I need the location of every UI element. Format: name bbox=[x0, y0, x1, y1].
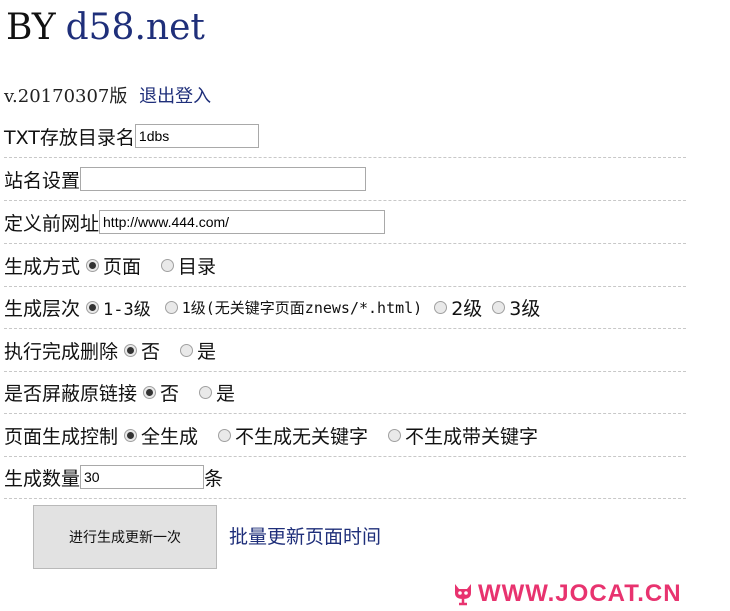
gen-level-label: 生成层次 bbox=[4, 297, 81, 320]
gen-mode-label: 生成方式 bbox=[4, 255, 81, 278]
gen-level-option[interactable]: 2级 bbox=[428, 294, 482, 321]
gen-level-option[interactable]: 1-3级 bbox=[80, 295, 151, 320]
custom-url-input[interactable] bbox=[99, 210, 386, 234]
txt-dir-input[interactable] bbox=[134, 124, 259, 148]
radio-icon[interactable] bbox=[180, 343, 194, 357]
radio-icon[interactable] bbox=[86, 300, 100, 314]
radio-icon[interactable] bbox=[492, 300, 506, 314]
radio-icon[interactable] bbox=[388, 428, 402, 442]
radio-icon[interactable] bbox=[124, 428, 138, 442]
block-links-label: 是否屏蔽原链接 bbox=[4, 382, 138, 405]
row-custom-url: 定义前网址 bbox=[4, 201, 686, 244]
site-name-input[interactable] bbox=[80, 167, 367, 191]
page-control-option[interactable]: 不生成无关键字 bbox=[212, 422, 368, 449]
block-links-option[interactable]: 否 bbox=[137, 379, 179, 406]
row-site-name: 站名设置 bbox=[4, 158, 686, 201]
title-prefix: BY bbox=[6, 7, 56, 48]
gen-level-option[interactable]: 3级 bbox=[486, 294, 540, 321]
delete-after-option[interactable]: 是 bbox=[174, 337, 216, 364]
logout-link[interactable]: 退出登入 bbox=[139, 86, 211, 107]
gen-count-input[interactable] bbox=[80, 465, 205, 489]
row-delete-after: 执行完成删除 否 是 bbox=[4, 329, 686, 372]
radio-icon[interactable] bbox=[124, 343, 138, 357]
page-control-option[interactable]: 全生成 bbox=[118, 422, 198, 449]
version-bar: v.20170307版 退出登入 bbox=[4, 84, 211, 110]
watermark-text: WWW.JOCAT.CN bbox=[478, 580, 682, 607]
row-txt-dir: TXT存放目录名 bbox=[4, 115, 686, 158]
page-title: BY d58.net bbox=[6, 6, 205, 50]
gen-mode-option[interactable]: 目录 bbox=[155, 252, 216, 279]
row-block-links: 是否屏蔽原链接 否 是 bbox=[4, 371, 686, 414]
watermark-logo: WWW.JOCAT.CN bbox=[452, 580, 682, 608]
site-name-label: 站名设置 bbox=[4, 169, 81, 192]
delete-after-label: 执行完成删除 bbox=[4, 340, 119, 363]
radio-icon[interactable] bbox=[164, 300, 178, 314]
gen-count-label: 生成数量 bbox=[4, 467, 81, 490]
page-control-label: 页面生成控制 bbox=[4, 425, 119, 448]
txt-dir-label: TXT存放目录名 bbox=[4, 126, 135, 149]
generate-button[interactable]: 进行生成更新一次 bbox=[33, 505, 217, 569]
row-gen-count: 生成数量 条 bbox=[4, 456, 686, 499]
gen-mode-option[interactable]: 页面 bbox=[80, 252, 141, 279]
page-control-option[interactable]: 不生成带关键字 bbox=[382, 422, 538, 449]
block-links-option[interactable]: 是 bbox=[193, 379, 235, 406]
radio-icon[interactable] bbox=[199, 385, 213, 399]
cat-logo-icon bbox=[455, 584, 471, 606]
gen-level-option[interactable]: 1级(无关键字页面znews/*.html) bbox=[159, 297, 422, 318]
radio-icon[interactable] bbox=[161, 258, 175, 272]
delete-after-option[interactable]: 否 bbox=[118, 337, 160, 364]
custom-url-label: 定义前网址 bbox=[4, 212, 100, 235]
radio-icon[interactable] bbox=[86, 258, 100, 272]
radio-icon[interactable] bbox=[434, 300, 448, 314]
radio-icon[interactable] bbox=[218, 428, 232, 442]
row-gen-mode: 生成方式 页面 目录 bbox=[4, 244, 686, 287]
row-page-control: 页面生成控制 全生成 不生成无关键字 不生成带关键字 bbox=[4, 414, 686, 457]
batch-update-link[interactable]: 批量更新页面时间 bbox=[229, 522, 381, 549]
row-gen-level: 生成层次 1-3级 1级(无关键字页面znews/*.html) 2级 3级 bbox=[4, 286, 686, 329]
version-text: v.20170307版 bbox=[4, 86, 128, 107]
site-name: d58.net bbox=[65, 7, 205, 48]
gen-count-unit: 条 bbox=[204, 467, 224, 490]
radio-icon[interactable] bbox=[143, 385, 157, 399]
